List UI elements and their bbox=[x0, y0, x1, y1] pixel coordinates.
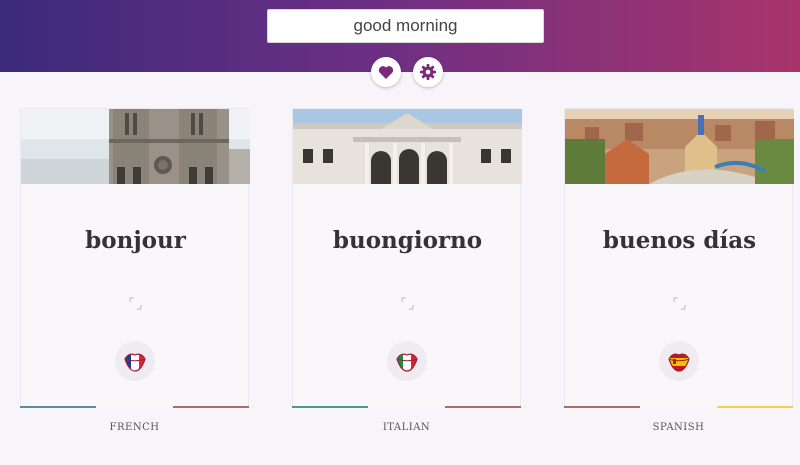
phrase-word: bonjour bbox=[85, 227, 186, 254]
language-label: SPANISH bbox=[652, 422, 705, 433]
phrase-card-spanish[interactable]: buenos días bbox=[564, 108, 794, 408]
city-photo bbox=[21, 109, 250, 184]
gear-icon bbox=[420, 64, 436, 80]
phrase-card-french[interactable]: bonjour bbox=[20, 108, 250, 408]
expand-icon[interactable] bbox=[129, 297, 142, 310]
city-photo bbox=[565, 109, 794, 184]
french-flag-icon bbox=[115, 341, 155, 381]
search-input[interactable] bbox=[267, 9, 544, 43]
settings-button[interactable] bbox=[413, 57, 443, 87]
phrase-word: buenos días bbox=[602, 227, 757, 254]
flag-color-bar bbox=[20, 406, 249, 408]
flag-color-bar bbox=[292, 406, 521, 408]
expand-icon[interactable] bbox=[401, 297, 414, 310]
expand-icon[interactable] bbox=[673, 297, 686, 310]
language-label: ITALIAN bbox=[382, 422, 431, 433]
phrase-word: buongiorno bbox=[332, 227, 483, 254]
flag-color-bar bbox=[564, 406, 793, 408]
favorite-button[interactable] bbox=[371, 57, 401, 87]
city-photo bbox=[293, 109, 522, 184]
language-label: FRENCH bbox=[109, 422, 160, 433]
italian-flag-icon bbox=[387, 341, 427, 381]
spanish-flag-icon bbox=[659, 341, 699, 381]
phrase-card-italian[interactable]: buongiorno bbox=[292, 108, 522, 408]
heart-icon bbox=[378, 65, 394, 79]
